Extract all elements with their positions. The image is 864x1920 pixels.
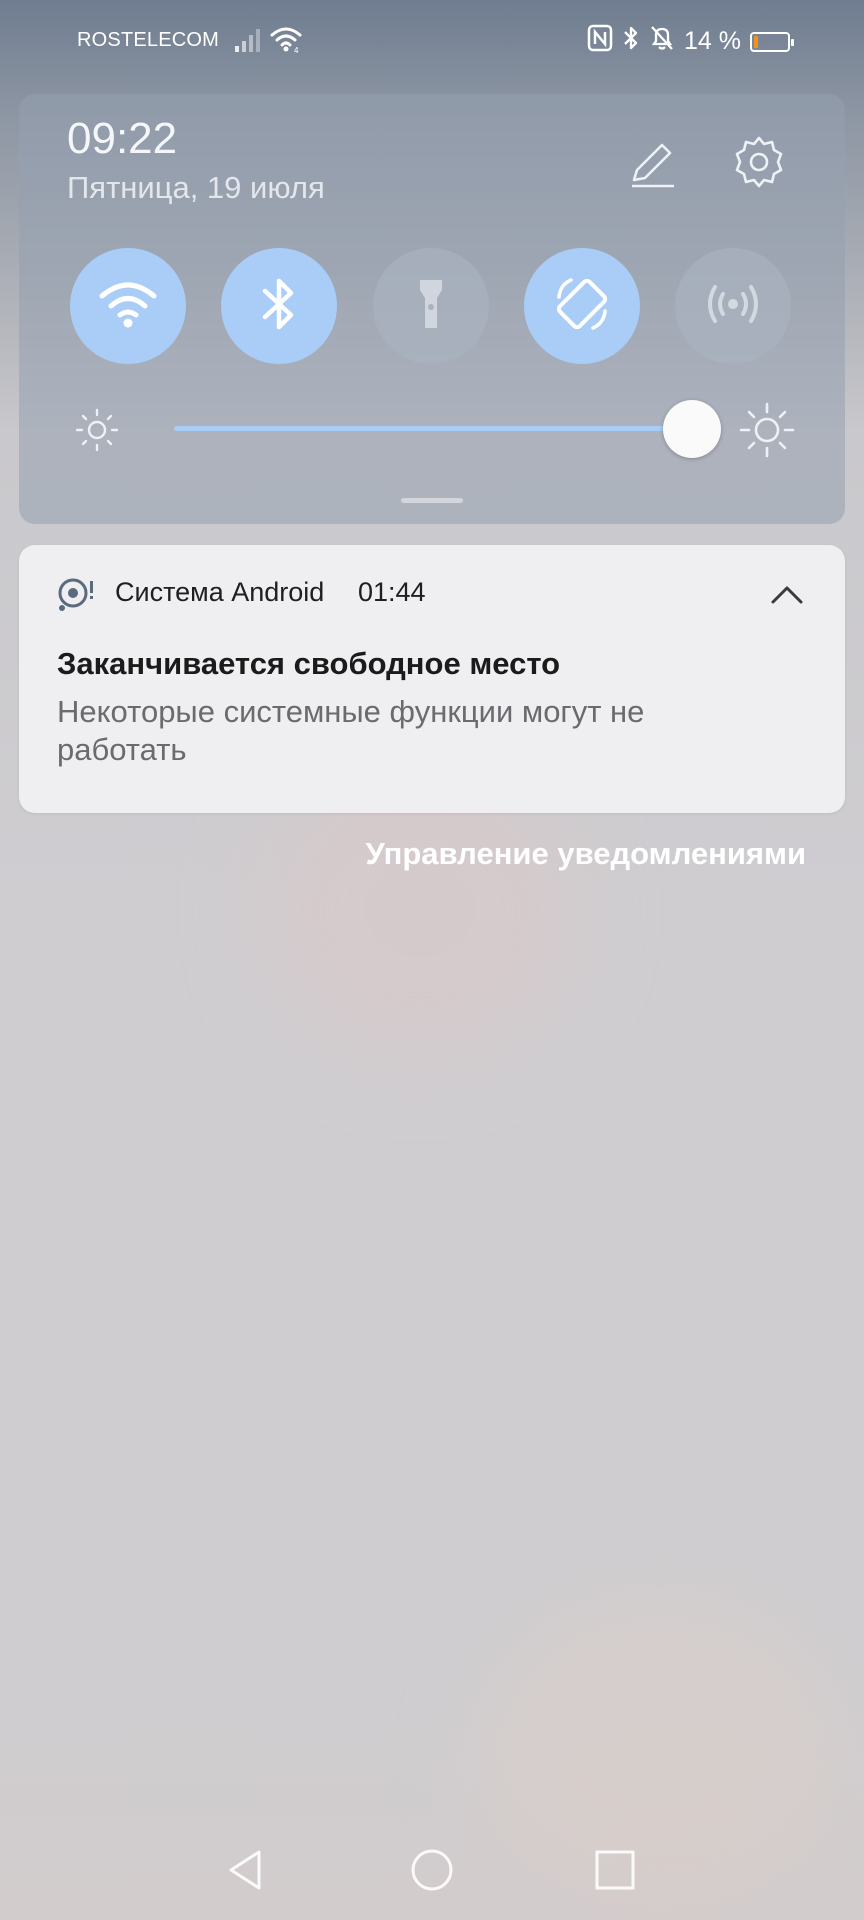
date[interactable]: Пятница, 19 июля [67, 170, 325, 206]
notification-body: Некоторые системные функции могут не раб… [57, 694, 645, 767]
settings-gear-icon[interactable] [731, 134, 787, 190]
clock[interactable]: 09:22 [67, 114, 177, 164]
flashlight-icon [411, 274, 451, 339]
brightness-high-icon [739, 402, 795, 458]
status-bar: ROSTELECOM 4 14 % [0, 0, 864, 86]
quick-settings-panel: 09:22 Пятница, 19 июля [19, 94, 845, 524]
chevron-up-icon[interactable] [767, 575, 807, 615]
hotspot-toggle[interactable] [675, 248, 791, 364]
android-system-icon [57, 575, 97, 615]
notification-app-name: Система Android [115, 577, 325, 607]
edit-pencil-icon[interactable] [624, 136, 680, 192]
wifi-icon [98, 278, 158, 335]
signal-icon [234, 27, 262, 58]
panel-drag-handle[interactable] [401, 498, 463, 503]
notification-card[interactable]: Система Android 01:44 Заканчивается своб… [19, 545, 845, 813]
carrier-name: ROSTELECOM [77, 29, 220, 51]
mute-notifications-icon [649, 24, 675, 59]
manage-notifications-link[interactable]: Управление уведомлениями [366, 836, 806, 872]
bluetooth-toggle[interactable] [221, 248, 337, 364]
battery-icon [750, 31, 794, 52]
brightness-slider-thumb[interactable] [663, 400, 721, 458]
nfc-icon [587, 24, 613, 59]
bluetooth-status-icon [622, 24, 640, 59]
navigation-bar [0, 1820, 864, 1920]
notification-title: Заканчивается свободное место [57, 646, 561, 681]
battery-percent: 14 % [684, 27, 741, 55]
brightness-slider[interactable] [174, 426, 694, 431]
bluetooth-icon [259, 274, 299, 339]
hotspot-icon [703, 278, 763, 335]
recents-icon[interactable] [587, 1842, 643, 1898]
wifi-toggle[interactable] [70, 248, 186, 364]
battery-level-fill [754, 35, 758, 48]
auto-rotate-icon [551, 273, 613, 340]
wifi-status-icon: 4 [270, 26, 304, 59]
flashlight-toggle[interactable] [373, 248, 489, 364]
back-icon[interactable] [219, 1842, 275, 1898]
svg-text:4: 4 [294, 46, 299, 54]
home-icon[interactable] [404, 1842, 460, 1898]
brightness-low-icon [74, 407, 120, 453]
notification-time: 01:44 [358, 577, 426, 607]
auto-rotate-toggle[interactable] [524, 248, 640, 364]
